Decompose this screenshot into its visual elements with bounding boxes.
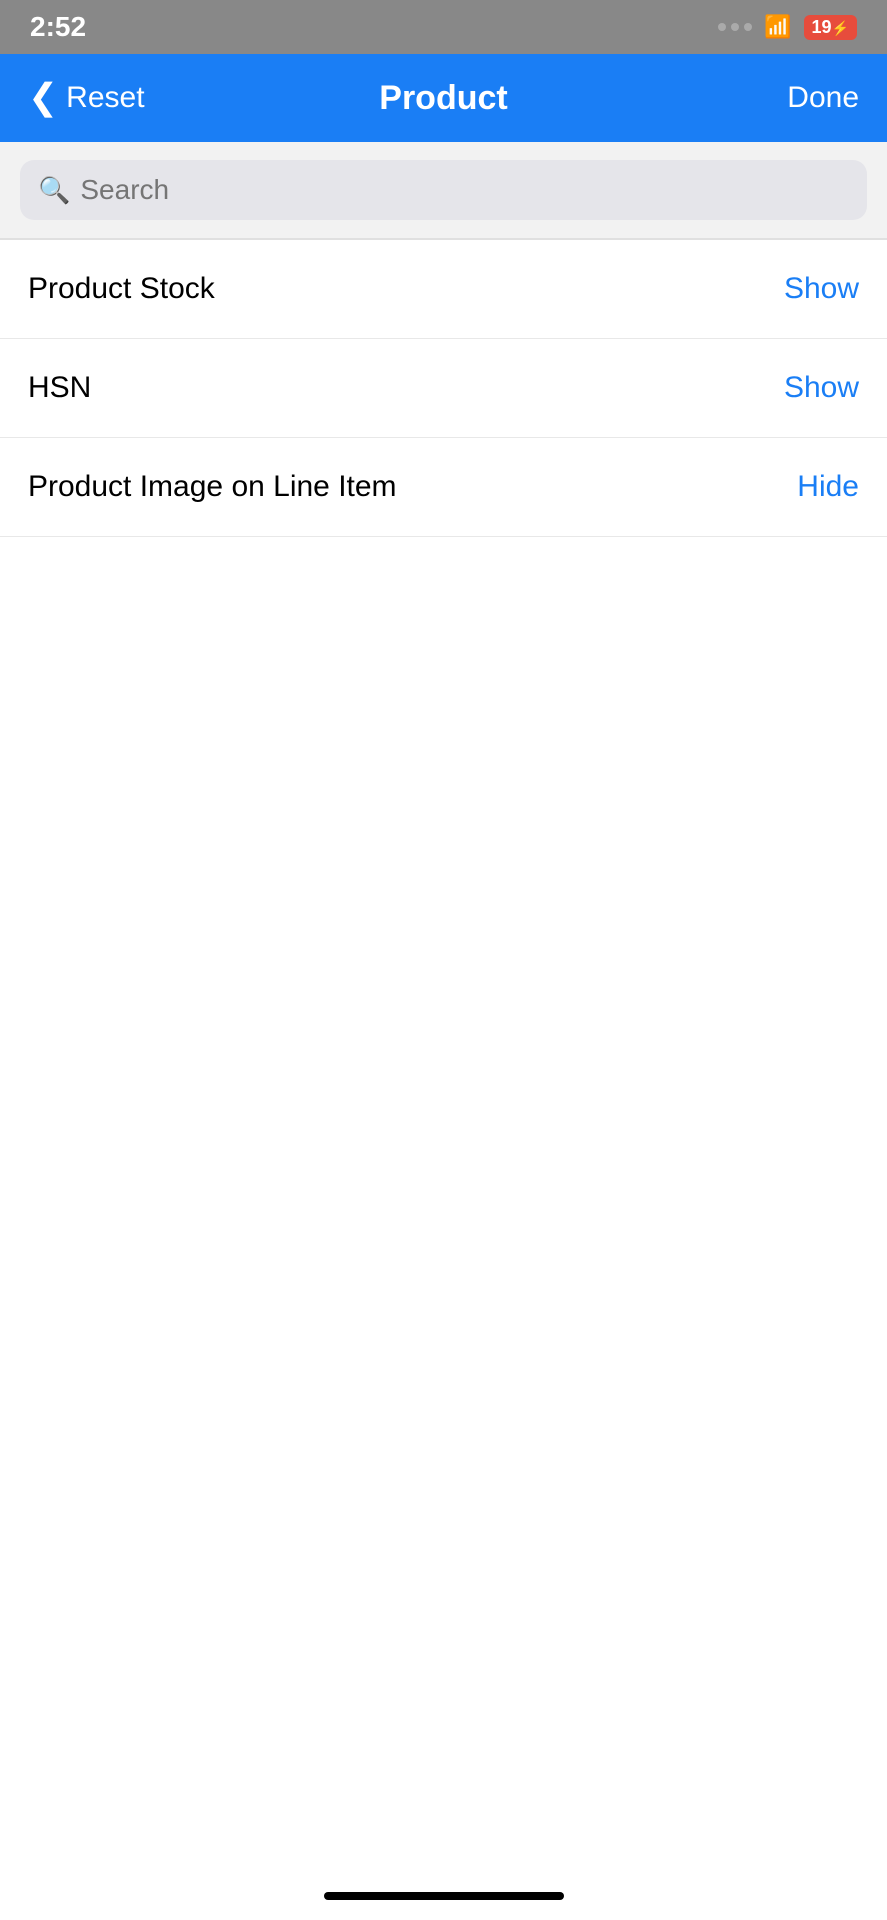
product-stock-show-button[interactable]: Show: [784, 272, 859, 306]
settings-list: Product Stock Show HSN Show Product Imag…: [0, 240, 887, 537]
search-icon: 🔍: [38, 175, 70, 206]
status-time: 2:52: [30, 11, 86, 43]
product-image-hide-button[interactable]: Hide: [797, 470, 859, 504]
hsn-label: HSN: [28, 371, 91, 405]
signal-icon: [718, 23, 752, 31]
search-container: 🔍: [0, 142, 887, 239]
chevron-left-icon: ❮: [28, 79, 58, 115]
status-icons: 📶 19: [718, 14, 857, 40]
product-image-label: Product Image on Line Item: [28, 470, 397, 504]
page-title: Product: [379, 79, 507, 118]
nav-bar: ❮ Reset Product Done: [0, 54, 887, 142]
battery-icon: 19: [804, 15, 857, 40]
back-button[interactable]: ❮ Reset: [28, 81, 145, 115]
home-indicator: [324, 1892, 564, 1900]
settings-row-product-image: Product Image on Line Item Hide: [0, 438, 887, 537]
search-input[interactable]: [80, 174, 849, 206]
done-button[interactable]: Done: [787, 81, 859, 115]
reset-button-label: Reset: [66, 81, 144, 115]
wifi-icon: 📶: [764, 14, 791, 40]
hsn-show-button[interactable]: Show: [784, 371, 859, 405]
product-stock-label: Product Stock: [28, 272, 215, 306]
search-input-wrapper: 🔍: [20, 160, 867, 220]
settings-row-product-stock: Product Stock Show: [0, 240, 887, 339]
settings-row-hsn: HSN Show: [0, 339, 887, 438]
status-bar: 2:52 📶 19: [0, 0, 887, 54]
